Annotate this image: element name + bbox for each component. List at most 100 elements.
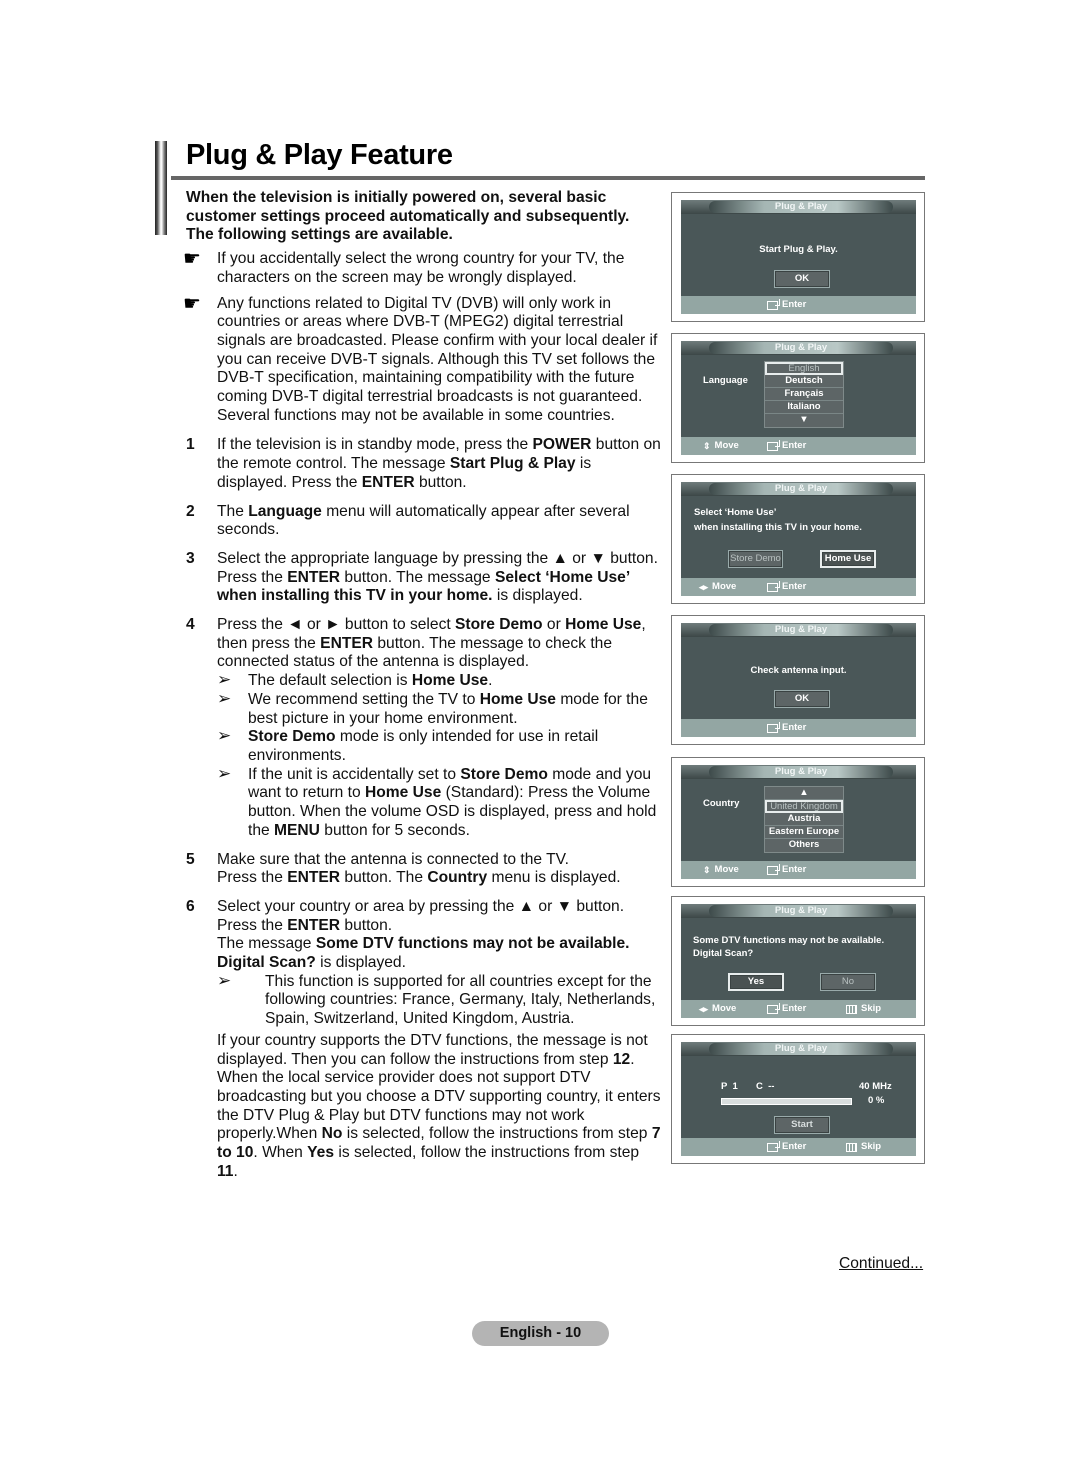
osd-title: Plug & Play: [709, 201, 893, 213]
osd-header: Plug & Play: [681, 904, 916, 918]
step-number: 5: [186, 850, 195, 868]
osd-panel: Plug & Play Some DTV functions may not b…: [681, 904, 916, 1018]
osd-header: Plug & Play: [681, 623, 916, 637]
pointing-hand-icon: ☛: [183, 248, 201, 271]
osd-panel: Plug & Play Check antenna input. OK Ente…: [681, 623, 916, 737]
osd-footer: Enter: [681, 719, 916, 737]
step-text: Press the ENTER button. The message Sele…: [217, 568, 630, 605]
osd-screen-digital-scan: Plug & Play Some DTV functions may not b…: [671, 896, 925, 1026]
skip-icon: [846, 1142, 857, 1152]
step-1: 1 If the television is in standby mode, …: [186, 436, 661, 492]
list-option[interactable]: Austria: [765, 813, 843, 826]
osd-message-line2: when installing this TV in your home.: [694, 522, 862, 533]
note-text: Any functions related to Digital TV (DVB…: [217, 294, 658, 424]
list-option[interactable]: United Kingdom: [765, 800, 843, 813]
list-option[interactable]: Others: [765, 839, 843, 852]
step-4: 4 Press the ◄ or ► button to select Stor…: [186, 616, 661, 840]
step-text: If the television is in standby mode, pr…: [217, 436, 661, 491]
enter-icon: [767, 721, 780, 733]
osd-header: Plug & Play: [681, 482, 916, 496]
list-option[interactable]: Italiano: [765, 401, 843, 414]
enter-icon: [767, 1002, 780, 1014]
up-down-arrow-icon: ⇕: [703, 865, 711, 875]
note-wrong-country: ☛ If you accidentally select the wrong c…: [183, 248, 661, 287]
step-number: 4: [186, 616, 195, 634]
enter-hint: Enter: [767, 1138, 806, 1156]
skip-hint: Skip: [846, 1000, 881, 1018]
start-button[interactable]: Start: [774, 1116, 830, 1134]
yes-button[interactable]: Yes: [728, 973, 784, 991]
list-option[interactable]: Deutsch: [765, 375, 843, 388]
country-label: Country: [703, 798, 740, 809]
osd-title: Plug & Play: [709, 624, 893, 636]
osd-footer: Enter Skip: [681, 1138, 916, 1156]
up-down-arrow-icon: ⇕: [703, 441, 711, 451]
osd-footer: ⇕ Move Enter: [681, 861, 916, 879]
no-button[interactable]: No: [820, 973, 876, 991]
osd-message: Start Plug & Play.: [759, 244, 838, 255]
scan-progress-bar: [721, 1098, 852, 1105]
language-list[interactable]: English Deutsch Français Italiano ▼: [764, 361, 844, 428]
osd-message: Check antenna input.: [750, 665, 847, 676]
sub-note: ➢ This function is supported for all coun…: [217, 970, 656, 1028]
osd-title: Plug & Play: [709, 483, 893, 495]
country-list[interactable]: ▲ United Kingdom Austria Eastern Europe Othe…: [764, 786, 844, 853]
step-text: The message Some DTV functions may not b…: [217, 935, 630, 972]
osd-header: Plug & Play: [681, 1042, 916, 1056]
step-text: Press the ENTER button.: [217, 916, 393, 934]
osd-screen-language: Plug & Play Language English Deutsch Franç…: [671, 333, 925, 463]
osd-title: Plug & Play: [709, 342, 893, 354]
step-5: 5 Make sure that the antenna is connecte…: [186, 851, 661, 888]
step-3: 3 Select the appropriate language by pre…: [186, 550, 661, 606]
home-use-button[interactable]: Home Use: [820, 550, 876, 568]
osd-panel: Plug & Play Language English Deutsch Franç…: [681, 341, 916, 455]
list-option[interactable]: English: [765, 362, 843, 375]
language-label: Language: [703, 375, 748, 386]
osd-panel: Plug & Play P 1 C -- 40 MHz 0 % Start En…: [681, 1042, 916, 1156]
enter-hint: Enter: [767, 437, 806, 455]
step-text: Press the ◄ or ► button to select Store …: [217, 616, 646, 671]
enter-icon: [767, 580, 780, 592]
osd-header: Plug & Play: [681, 200, 916, 214]
list-option[interactable]: ▼: [765, 414, 843, 427]
page-number-badge: English - 10: [472, 1321, 609, 1346]
step-number: 3: [186, 549, 195, 567]
step-2: 2 The Language menu will automatically a…: [186, 503, 661, 540]
instructions-column: When the television is initially powered…: [183, 189, 661, 1191]
enter-icon: [767, 1140, 780, 1152]
sub-note: ➢ Store Demo mode is only intended for us…: [217, 726, 599, 764]
osd-panel: Plug & Play Start Plug & Play. OK Enter: [681, 200, 916, 314]
title-divider: [171, 176, 925, 180]
osd-header: Plug & Play: [681, 341, 916, 355]
osd-screen-country: Plug & Play Country ▲ United Kingdom Austr…: [671, 757, 925, 887]
osd-panel: Plug & Play Select ‘Home Use’ when insta…: [681, 482, 916, 596]
arrow-bullet-icon: ➢: [217, 726, 232, 746]
step-text: Make sure that the antenna is connected …: [217, 850, 569, 868]
step-text: The Language menu will automatically app…: [217, 502, 630, 539]
intro-text: When the television is initially powered…: [186, 189, 630, 244]
title-accent-bar: [155, 141, 167, 235]
continued-link[interactable]: Continued...: [839, 1255, 923, 1273]
list-option[interactable]: ▲: [765, 787, 843, 800]
list-option[interactable]: Français: [765, 388, 843, 401]
move-hint: ◂▸ Move: [699, 1000, 736, 1018]
osd-footer: ◂▸ Move Enter Skip: [681, 1000, 916, 1018]
left-right-arrow-icon: ◂▸: [699, 1004, 709, 1014]
enter-icon: [767, 863, 780, 875]
ok-button[interactable]: OK: [774, 690, 830, 708]
ok-button[interactable]: OK: [774, 270, 830, 288]
skip-hint: Skip: [846, 1138, 881, 1156]
sub-note: ➢ We recommend setting the TV to Home Use…: [217, 688, 648, 727]
enter-hint: Enter: [767, 861, 806, 879]
left-right-arrow-icon: ◂▸: [699, 582, 709, 592]
step-number: 2: [186, 502, 195, 520]
enter-hint: Enter: [767, 578, 806, 596]
osd-screen-start: Plug & Play Start Plug & Play. OK Enter: [671, 192, 925, 322]
list-option[interactable]: Eastern Europe: [765, 826, 843, 839]
osd-footer: ◂▸ Move Enter: [681, 578, 916, 596]
arrow-bullet-icon: ➢: [217, 688, 232, 708]
arrow-bullet-icon: ➢: [217, 763, 232, 783]
enter-hint: Enter: [767, 1000, 806, 1018]
arrow-bullet-icon: ➢: [217, 970, 232, 990]
store-demo-button[interactable]: Store Demo: [728, 550, 783, 568]
